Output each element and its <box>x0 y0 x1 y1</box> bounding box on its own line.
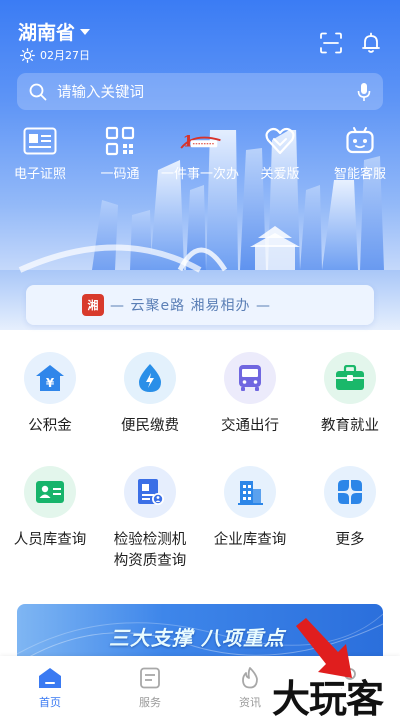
quick-entry-one-thing[interactable]: 1 一件事一次办 <box>160 123 240 183</box>
province-selector[interactable]: 湖南省 <box>18 18 91 45</box>
news-flame-icon <box>242 667 258 689</box>
quick-entry-label: 一件事一次办 <box>160 167 239 182</box>
service-utility-payment[interactable]: 便民缴费 <box>100 352 200 437</box>
scan-button[interactable] <box>318 30 344 56</box>
person-card-icon <box>24 466 76 518</box>
weather-date: 02月27日 <box>20 47 90 63</box>
promo-title: 三大支撑 八项重点 <box>109 626 285 650</box>
service-housing-fund[interactable]: ¥ 公积金 <box>0 352 100 437</box>
id-card-icon <box>23 127 57 155</box>
service-personnel-query[interactable]: 人员库查询 <box>0 466 100 551</box>
briefcase-icon <box>324 352 376 404</box>
slogan-banner: 湘 — 云聚e路 湘易相办 — <box>26 285 374 325</box>
service-label: 更多 <box>335 532 365 548</box>
search-icon <box>29 83 47 100</box>
service-label: 便民缴费 <box>121 418 179 434</box>
housing-fund-icon: ¥ <box>24 352 76 404</box>
sun-icon <box>20 47 35 63</box>
watermark-text: 大玩客 <box>272 677 384 721</box>
home-icon <box>39 668 61 688</box>
xiang-logo-icon: 湘 <box>82 294 104 316</box>
service-more[interactable]: 更多 <box>300 466 400 551</box>
quick-entry-smart-service[interactable]: 智能客服 <box>320 123 400 182</box>
service-label: 交通出行 <box>221 418 279 434</box>
service-label: 公积金 <box>28 418 72 434</box>
search-bar[interactable]: 请输入关键词 <box>17 73 383 110</box>
microphone-icon[interactable] <box>357 82 371 102</box>
service-inspection-qualification[interactable]: 检验检测机 构资质查询 <box>100 466 200 572</box>
quick-entry-e-license[interactable]: 电子证照 <box>0 123 80 182</box>
tab-services[interactable]: 服务 <box>100 656 200 725</box>
service-education-employment[interactable]: 教育就业 <box>300 352 400 437</box>
service-doc-icon <box>140 667 160 689</box>
caret-down-icon <box>80 28 91 35</box>
service-label: 企业库查询 <box>213 532 287 548</box>
service-label: 教育就业 <box>321 418 379 434</box>
bell-icon <box>362 32 380 53</box>
quick-entry-one-code[interactable]: 一码通 <box>80 123 160 182</box>
header-hero: 湖南省 02月27日 请输入关键词 电子证照 一码通 1 一件事一次办 关爱版 … <box>0 0 400 330</box>
one-thing-logo-icon: 1 <box>180 132 221 151</box>
tab-label: 服务 <box>139 696 161 709</box>
province-name: 湖南省 <box>18 22 76 44</box>
scan-icon <box>320 32 342 54</box>
quick-entry-label: 智能客服 <box>333 167 386 182</box>
robot-service-icon <box>346 127 374 154</box>
certificate-icon <box>124 466 176 518</box>
quick-entry-care-mode[interactable]: 关爱版 <box>240 123 320 182</box>
tab-home[interactable]: 首页 <box>0 656 100 725</box>
date-text: 02月27日 <box>40 49 90 62</box>
qr-code-icon <box>105 126 135 156</box>
quick-entry-label: 电子证照 <box>13 167 66 182</box>
notification-button[interactable] <box>358 30 384 56</box>
service-enterprise-query[interactable]: 企业库查询 <box>200 466 300 551</box>
tab-label: 首页 <box>39 696 61 709</box>
building-icon <box>224 466 276 518</box>
tab-label: 资讯 <box>239 696 261 709</box>
quick-entry-label: 关爱版 <box>260 167 300 182</box>
slogan-text: — 云聚e路 湘易相办 — <box>110 298 271 314</box>
service-label: 检验检测机 构资质查询 <box>113 532 187 569</box>
service-transport[interactable]: 交通出行 <box>200 352 300 437</box>
heart-care-icon <box>265 127 295 155</box>
water-drop-icon <box>124 352 176 404</box>
more-grid-icon <box>324 466 376 518</box>
service-label: 人员库查询 <box>13 532 87 548</box>
quick-entry-label: 一码通 <box>100 167 140 182</box>
svg-text:¥: ¥ <box>46 376 55 390</box>
search-placeholder[interactable]: 请输入关键词 <box>57 81 357 102</box>
bus-icon <box>224 352 276 404</box>
